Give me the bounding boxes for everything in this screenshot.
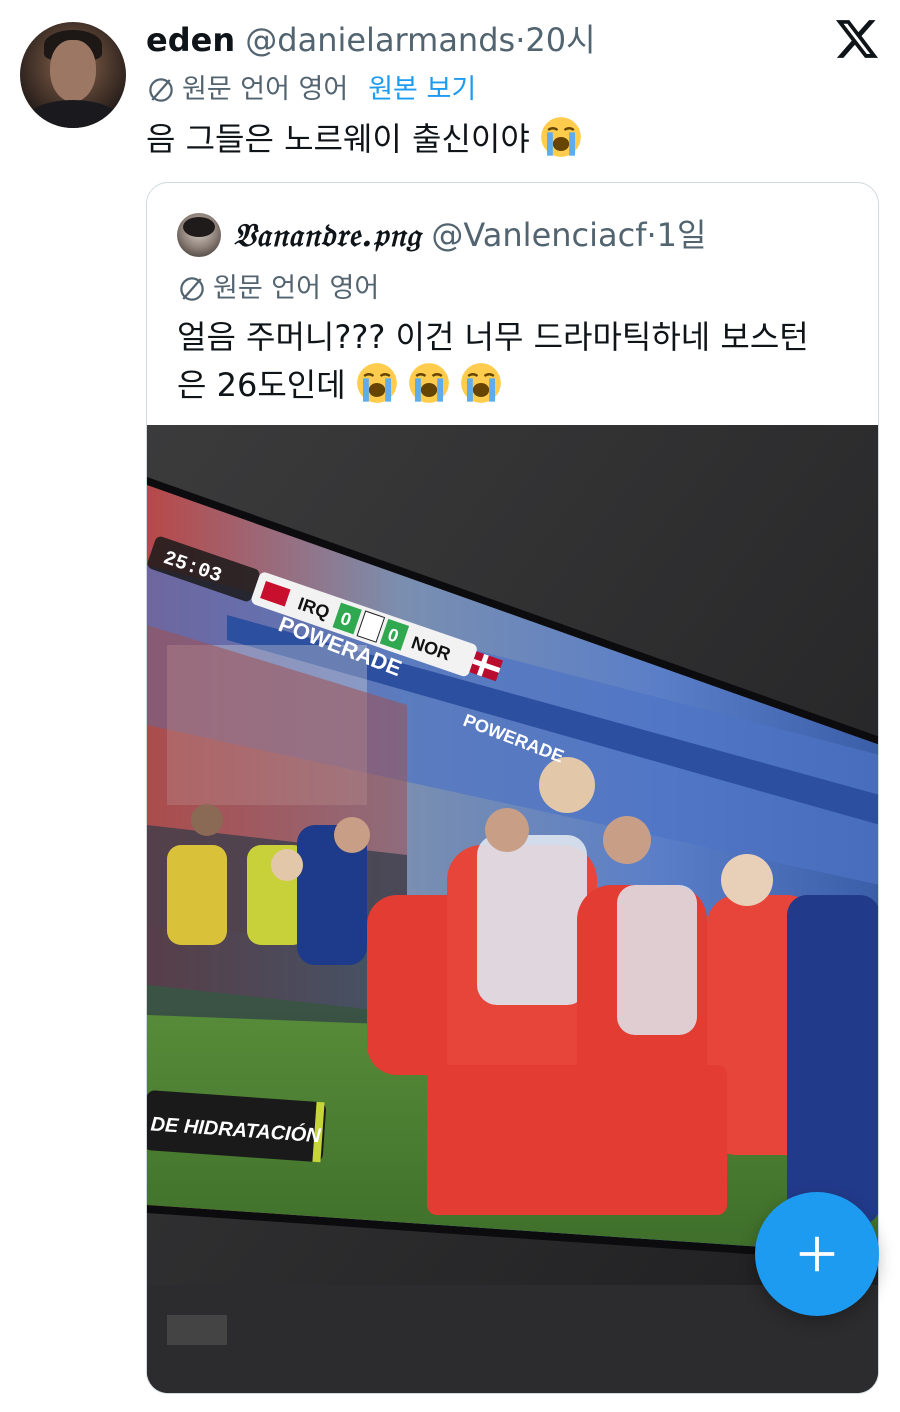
display-name[interactable]: eden	[146, 21, 235, 59]
quoted-user-handle[interactable]: @Vanlenciacf	[431, 216, 646, 254]
tweet-header: eden @danielarmands·20시	[146, 18, 596, 62]
translate-icon	[149, 78, 173, 102]
loudly-crying-face-emoji	[460, 362, 502, 404]
view-original-link[interactable]: 원본 보기	[368, 70, 476, 110]
quoted-tweet-header: 𝔙𝔞𝔫𝔞𝔫𝔡𝔯𝔢.𝔭𝔫𝔤 @Vanlenciacf·1일	[233, 213, 706, 257]
quoted-translation-notice: 원문 언어 영어	[177, 269, 379, 309]
quoted-display-name[interactable]: 𝔙𝔞𝔫𝔞𝔫𝔡𝔯𝔢.𝔭𝔫𝔤	[233, 216, 421, 254]
user-avatar[interactable]	[20, 22, 126, 128]
loudly-crying-face-emoji	[540, 116, 582, 158]
quoted-tweet-card[interactable]: 𝔙𝔞𝔫𝔞𝔫𝔡𝔯𝔢.𝔭𝔫𝔤 @Vanlenciacf·1일 원문 언어 영어 얼음…	[146, 182, 879, 1394]
loudly-crying-face-emoji	[408, 362, 450, 404]
translation-notice: 원문 언어 영어 원본 보기	[146, 70, 476, 110]
quoted-text-line-1: 얼음 주머니??? 이건 너무 드라마틱하네 보스턴	[177, 318, 809, 356]
translation-label: 원문 언어 영어	[182, 74, 349, 105]
user-handle[interactable]: @danielarmands	[245, 21, 515, 59]
tweet-text: 음 그들은 노르웨이 출신이야	[146, 116, 582, 162]
quoted-user-avatar[interactable]	[177, 213, 221, 257]
tweet-body: 음 그들은 노르웨이 출신이야	[146, 120, 530, 158]
compose-button[interactable]	[755, 1192, 879, 1316]
quoted-text-line-2-body: 은 26도인데	[177, 366, 346, 404]
plus-icon	[799, 1236, 835, 1272]
quoted-translation-label: 원문 언어 영어	[213, 273, 380, 304]
x-logo-icon	[836, 20, 878, 58]
separator-dot: ·	[646, 216, 657, 254]
quoted-timestamp[interactable]: 1일	[657, 216, 707, 254]
loudly-crying-face-emoji	[356, 362, 398, 404]
timestamp[interactable]: 20시	[525, 21, 595, 59]
translate-icon	[180, 277, 204, 301]
quoted-text-line-2: 은 26도인데	[177, 361, 857, 409]
quoted-tweet-text: 얼음 주머니??? 이건 너무 드라마틱하네 보스턴 은 26도인데	[177, 313, 857, 409]
separator-dot: ·	[515, 21, 526, 59]
